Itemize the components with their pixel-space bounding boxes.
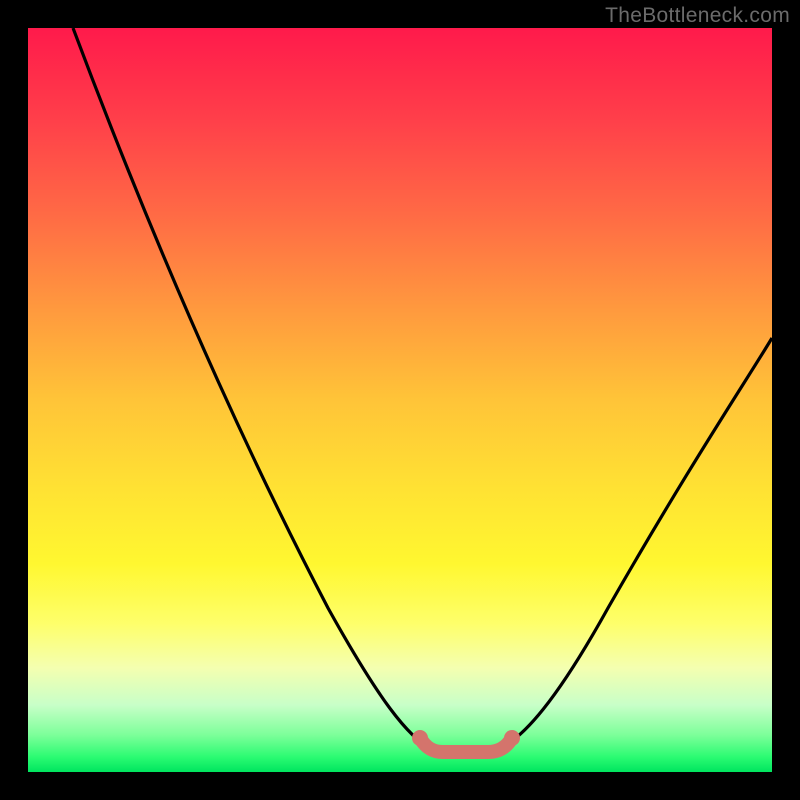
chart-frame: TheBottleneck.com bbox=[0, 0, 800, 800]
bottleneck-curve bbox=[28, 28, 772, 772]
curve-path bbox=[73, 28, 772, 750]
plot-area bbox=[28, 28, 772, 772]
watermark-text: TheBottleneck.com bbox=[605, 4, 790, 28]
ideal-zone-dot-right bbox=[504, 730, 520, 746]
ideal-zone-dot-left bbox=[412, 730, 428, 746]
ideal-zone-path bbox=[420, 738, 512, 752]
